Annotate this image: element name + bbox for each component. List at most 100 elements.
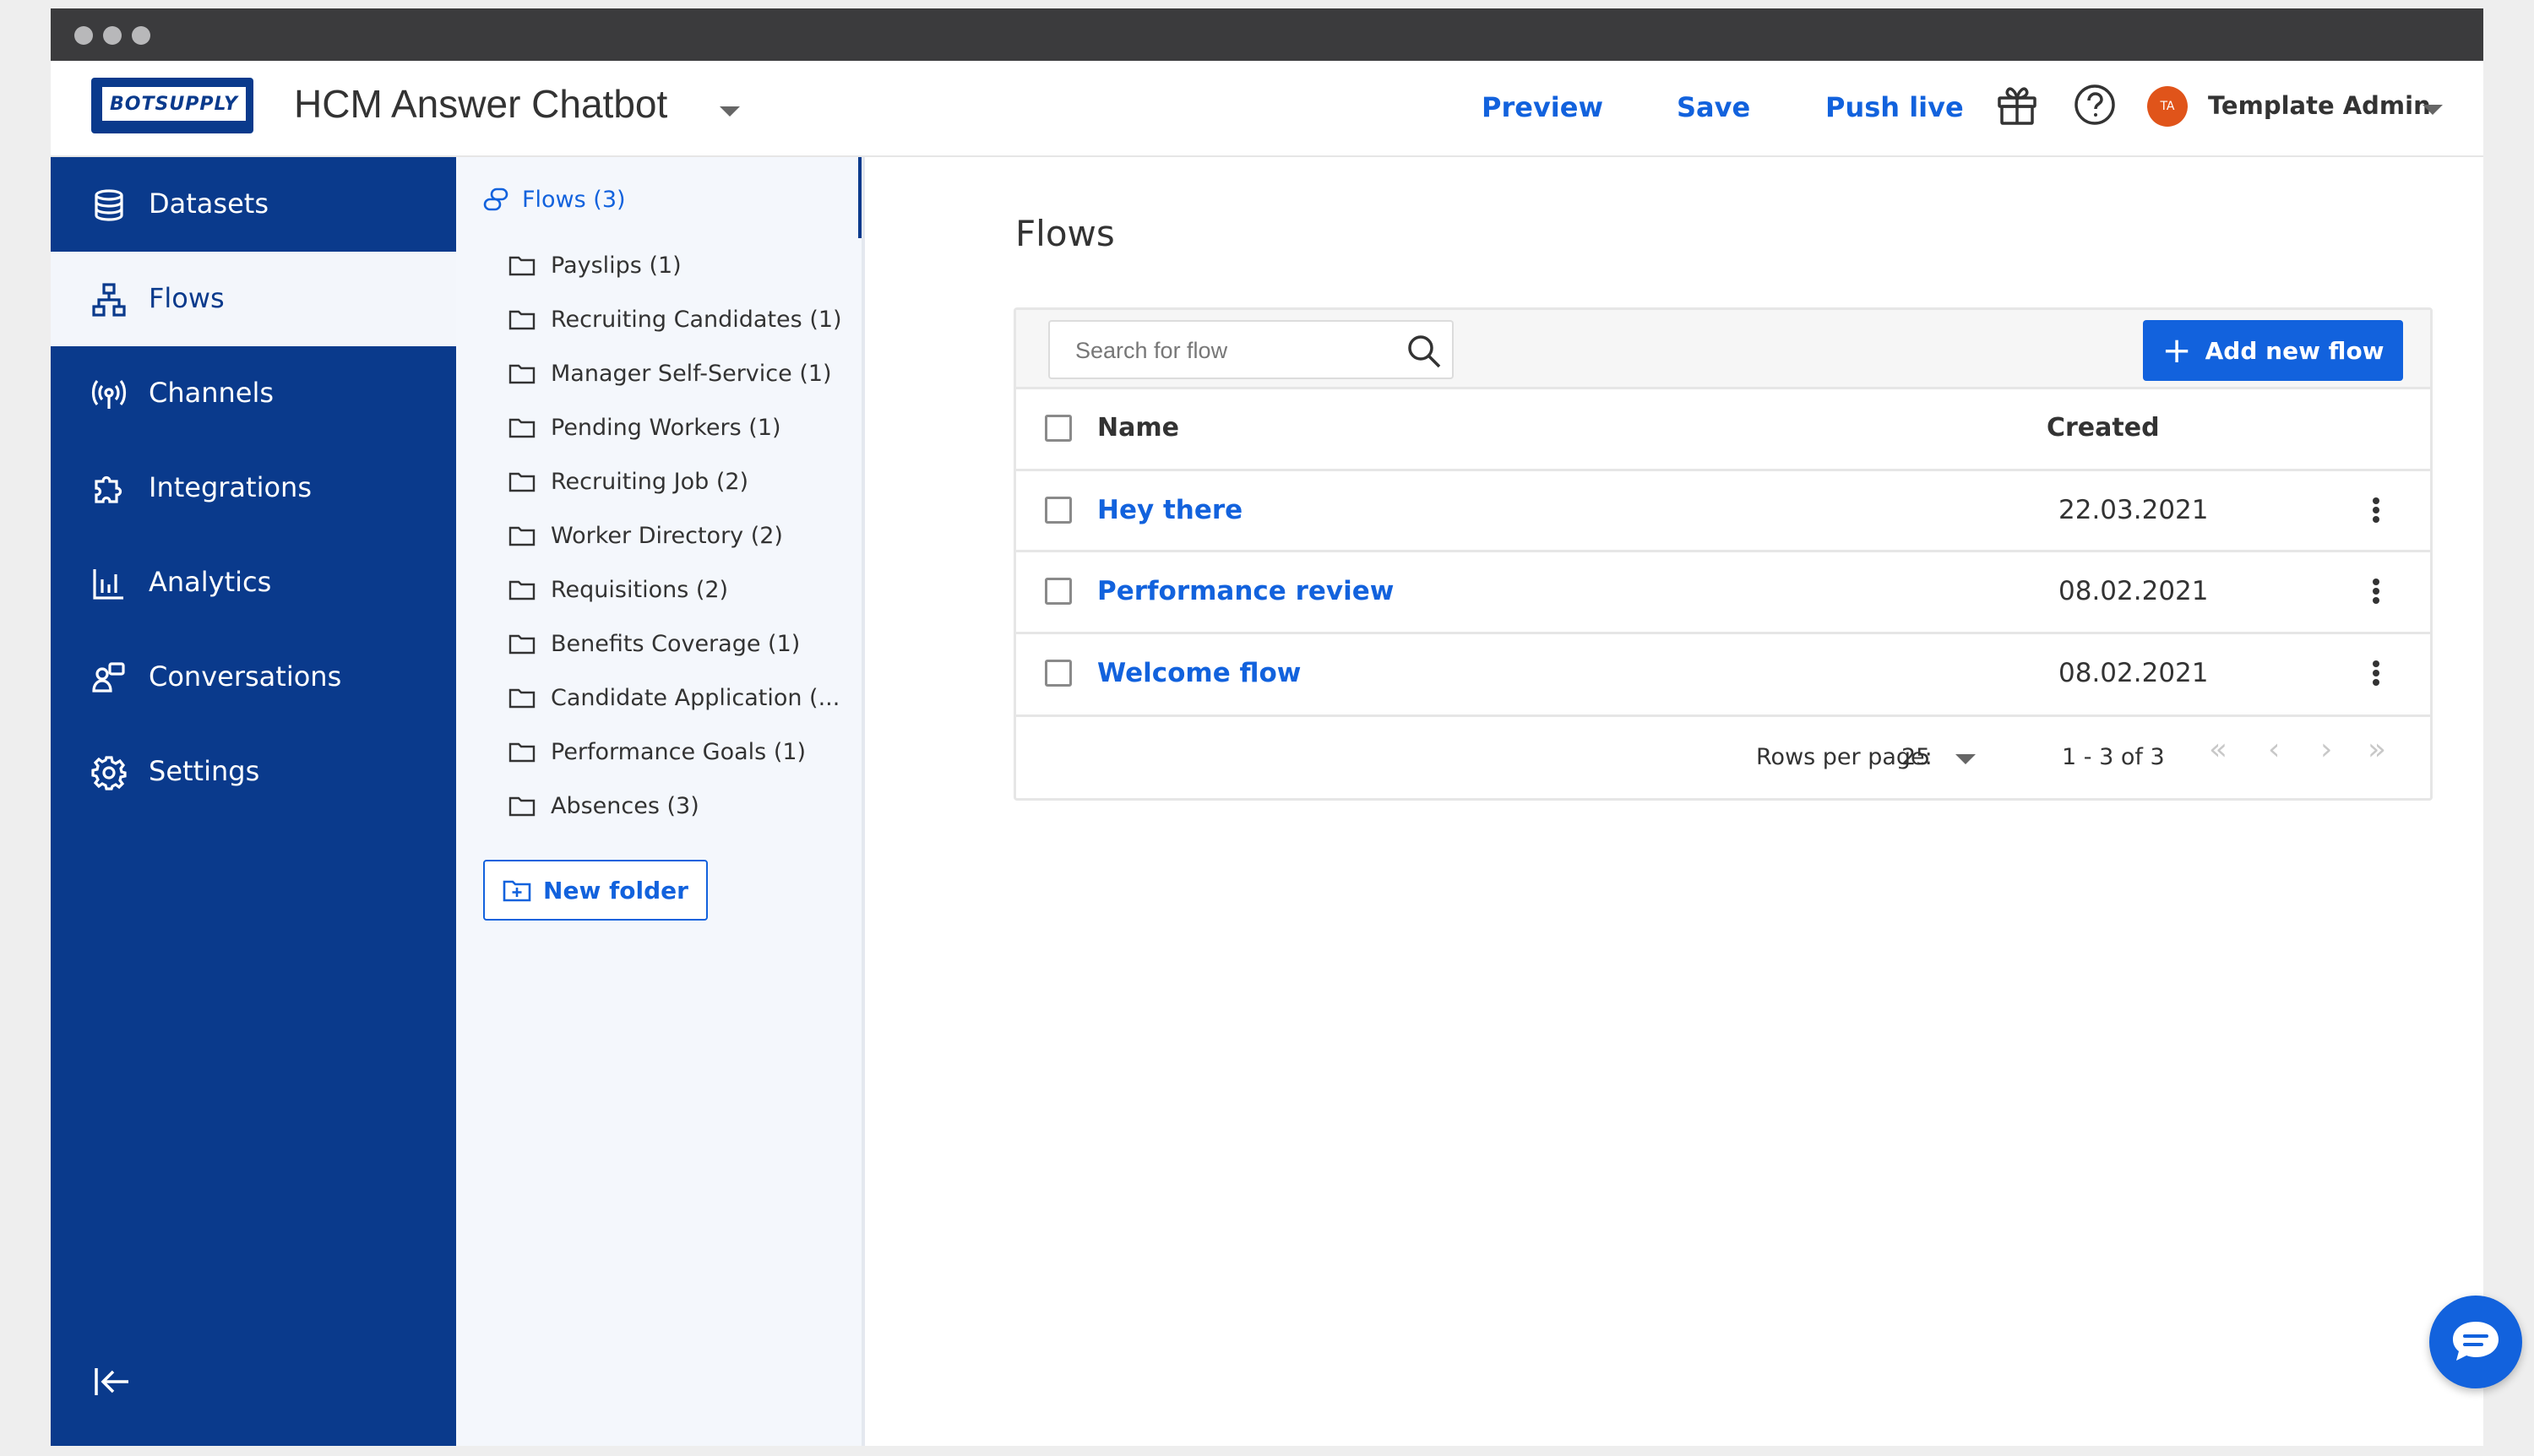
folder-icon xyxy=(508,688,536,709)
search-input[interactable] xyxy=(1075,334,1396,367)
folder-item[interactable]: Manager Self-Service (1) xyxy=(508,356,832,390)
folder-label: Recruiting Candidates (1) xyxy=(551,306,842,333)
folder-item[interactable]: Pending Workers (1) xyxy=(508,410,781,444)
save-button[interactable]: Save xyxy=(1677,91,1750,123)
sidebar-item-datasets[interactable]: Datasets xyxy=(51,157,456,252)
folder-item[interactable]: Payslips (1) xyxy=(508,248,682,282)
window-maximize-dot[interactable] xyxy=(132,26,150,45)
folder-label: Pending Workers (1) xyxy=(551,414,781,441)
first-page-icon[interactable]: « xyxy=(2209,732,2227,767)
folder-item[interactable]: Recruiting Candidates (1) xyxy=(508,302,842,336)
more-vertical-icon[interactable] xyxy=(2368,658,2384,692)
folder-label: Absences (3) xyxy=(551,792,699,819)
sidebar-item-settings[interactable]: Settings xyxy=(51,725,456,819)
sidebar-item-label: Channels xyxy=(149,377,275,409)
flow-created-date: 22.03.2021 xyxy=(2058,495,2209,525)
search-icon[interactable] xyxy=(1405,332,1444,371)
flows-root-item[interactable]: Flows (3) xyxy=(481,182,626,216)
flow-name-link[interactable]: Welcome flow xyxy=(1097,658,1301,688)
puzzle-icon xyxy=(95,475,122,503)
help-circle-icon[interactable] xyxy=(2071,81,2118,128)
app-window: BOTSUPPLY HCM Answer Chatbot Preview Sav… xyxy=(51,8,2522,1446)
folder-label: Payslips (1) xyxy=(551,252,682,279)
chevron-down-icon[interactable] xyxy=(720,106,740,117)
column-header-name[interactable]: Name xyxy=(1097,413,1179,443)
folder-icon xyxy=(508,418,536,438)
row-checkbox[interactable] xyxy=(1045,660,1072,687)
folder-item[interactable]: Requisitions (2) xyxy=(508,573,728,606)
project-title[interactable]: HCM Answer Chatbot xyxy=(294,81,667,127)
column-header-created[interactable]: Created xyxy=(2047,413,2160,443)
sidebar-item-label: Analytics xyxy=(149,566,272,598)
folder-label: Manager Self-Service (1) xyxy=(551,360,832,387)
table-row[interactable]: Welcome flow 08.02.2021 xyxy=(1016,634,2430,717)
rows-per-page-select[interactable]: 25 xyxy=(1901,744,1930,770)
gift-icon[interactable] xyxy=(1993,81,2041,128)
window-titlebar xyxy=(51,8,2483,61)
pagination-range: 1 - 3 of 3 xyxy=(2062,744,2165,770)
flow-created-date: 08.02.2021 xyxy=(2058,658,2209,688)
botsupply-logo[interactable]: BOTSUPPLY xyxy=(91,78,253,133)
folder-item[interactable]: Performance Goals (1) xyxy=(508,735,806,769)
folder-icon xyxy=(508,472,536,492)
select-all-checkbox[interactable] xyxy=(1045,415,1072,442)
main-content: Flows + Add new flow Name xyxy=(865,157,2483,1446)
more-vertical-icon[interactable] xyxy=(2368,576,2384,610)
add-new-flow-button[interactable]: + Add new flow xyxy=(2143,320,2403,381)
gear-icon xyxy=(91,756,127,790)
sidebar-item-flows[interactable]: Flows xyxy=(51,252,456,346)
chat-support-button[interactable] xyxy=(2429,1296,2522,1388)
sidebar-item-channels[interactable]: Channels xyxy=(51,346,456,441)
table-row[interactable]: Performance review 08.02.2021 xyxy=(1016,552,2430,634)
folder-item[interactable]: Worker Directory (2) xyxy=(508,519,783,552)
folder-item[interactable]: Recruiting Job (2) xyxy=(508,465,748,498)
table-row[interactable]: Hey there 22.03.2021 xyxy=(1016,471,2430,552)
flow-name-link[interactable]: Performance review xyxy=(1097,576,1394,606)
database-icon xyxy=(95,189,123,221)
sidebar-item-label: Settings xyxy=(149,755,260,787)
folder-label: Recruiting Job (2) xyxy=(551,468,749,495)
collapse-left-icon[interactable] xyxy=(90,1360,133,1404)
row-checkbox[interactable] xyxy=(1045,578,1072,605)
folder-icon xyxy=(508,526,536,546)
folder-label: Benefits Coverage (1) xyxy=(551,630,801,657)
table-header-row: Name Created xyxy=(1016,389,2430,471)
row-checkbox[interactable] xyxy=(1045,497,1072,524)
sidebar-item-integrations[interactable]: Integrations xyxy=(51,441,456,535)
folder-icon xyxy=(508,580,536,600)
sidebar-item-analytics[interactable]: Analytics xyxy=(51,535,456,630)
sidebar-item-label: Datasets xyxy=(149,187,269,220)
folder-icon xyxy=(508,634,536,655)
folder-label: Candidate Application (... xyxy=(551,684,840,711)
flows-icon xyxy=(92,283,126,317)
user-avatar[interactable]: TA xyxy=(2147,86,2188,127)
sidebar-item-label: Conversations xyxy=(149,660,342,693)
window-close-dot[interactable] xyxy=(74,26,93,45)
folder-icon xyxy=(508,310,536,330)
preview-button[interactable]: Preview xyxy=(1482,91,1603,123)
bar-chart-icon xyxy=(93,569,123,600)
new-folder-button[interactable]: New folder xyxy=(483,860,708,921)
folder-item[interactable]: Absences (3) xyxy=(508,789,699,823)
push-live-button[interactable]: Push live xyxy=(1825,91,1964,123)
flow-name-link[interactable]: Hey there xyxy=(1097,495,1243,525)
folder-item[interactable]: Benefits Coverage (1) xyxy=(508,627,800,660)
search-box[interactable] xyxy=(1048,320,1454,379)
prev-page-icon[interactable]: ‹ xyxy=(2268,732,2280,767)
page-title: Flows xyxy=(1015,213,1115,254)
chat-bubble-icon xyxy=(2453,1322,2499,1361)
more-vertical-icon[interactable] xyxy=(2368,495,2384,529)
folder-label: Worker Directory (2) xyxy=(551,522,783,549)
window-minimize-dot[interactable] xyxy=(103,26,122,45)
folder-label: Performance Goals (1) xyxy=(551,738,807,765)
plus-icon: + xyxy=(2162,329,2192,371)
user-name[interactable]: Template Admin xyxy=(2208,91,2431,120)
rows-per-page-chevron-icon[interactable] xyxy=(1955,754,1976,764)
sidebar-item-conversations[interactable]: Conversations xyxy=(51,630,456,725)
user-menu-chevron-icon[interactable] xyxy=(2423,105,2443,115)
folder-item[interactable]: Candidate Application (... xyxy=(508,681,840,714)
app-header: BOTSUPPLY HCM Answer Chatbot Preview Sav… xyxy=(51,61,2483,157)
folder-icon xyxy=(508,742,536,763)
last-page-icon[interactable]: » xyxy=(2368,732,2386,767)
next-page-icon[interactable]: › xyxy=(2320,732,2332,767)
